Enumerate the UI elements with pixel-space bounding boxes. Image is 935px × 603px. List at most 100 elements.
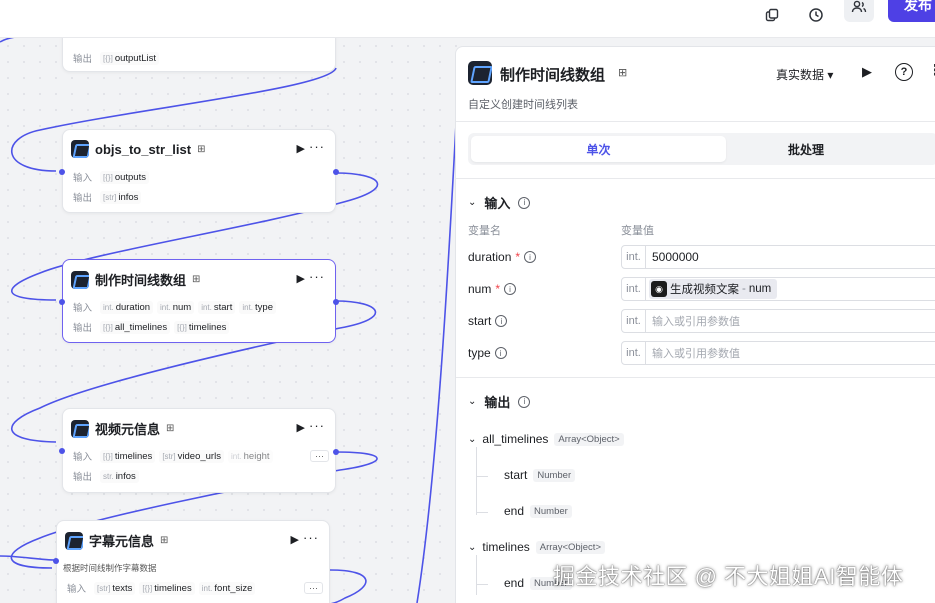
- input-chip: [{}] outputs: [100, 170, 149, 184]
- variable-reference-tag[interactable]: ◉ 生成视频文案 - num: [649, 279, 778, 299]
- node-title: 视频元信息: [95, 422, 161, 437]
- output-section-header[interactable]: ⌄ 输出 i: [468, 392, 531, 411]
- divider: [456, 121, 935, 122]
- bookmark-icon[interactable]: ⊞: [166, 423, 174, 434]
- workflow-node-make-timeline-array[interactable]: 制作时间线数组 ⊞ ▶ ··· 输入 int. duration int. num …: [59, 259, 339, 343]
- input-chip: int. start: [198, 300, 236, 314]
- num-input[interactable]: int. ◉ 生成视频文案 - num: [621, 277, 935, 301]
- node-input-row: 输入 int. duration int. num int. start int. ty…: [73, 300, 276, 314]
- workflow-node-partial[interactable]: 输出 [{}] outputList: [62, 38, 336, 72]
- more-icon[interactable]: ···: [309, 418, 325, 433]
- node-input-row: 输入 [{}] timelines [str] video_urls int. hei…: [73, 449, 329, 463]
- publish-button[interactable]: 发布: [888, 0, 935, 22]
- input-chip: int. font_size: [198, 581, 256, 595]
- start-input[interactable]: int. 输入或引用参数值: [621, 309, 935, 333]
- input-port[interactable]: [53, 558, 59, 564]
- more-icon[interactable]: ⋮: [928, 61, 935, 79]
- output-chip: [{}] outputList: [100, 51, 160, 65]
- node-detail-panel: 制作时间线数组 ⊞ 真实数据 ▾ ▶ ? ⋮ 自定义创建时间线列表 单次 批处理…: [455, 46, 935, 603]
- input-port[interactable]: [59, 169, 65, 175]
- tree-connector: [476, 584, 488, 585]
- help-icon[interactable]: ?: [895, 63, 913, 81]
- node-output-row: 输出 [{}] outputList: [73, 51, 160, 65]
- data-mode-select[interactable]: 真实数据 ▾: [776, 66, 833, 83]
- info-icon[interactable]: i: [494, 347, 507, 359]
- history-icon[interactable]: [801, 0, 831, 30]
- more-icon[interactable]: ···: [309, 139, 325, 154]
- node-description: 根据时间线制作字幕数据: [63, 563, 157, 573]
- more-icon[interactable]: ···: [303, 530, 319, 545]
- input-port[interactable]: [59, 448, 65, 454]
- run-node-icon[interactable]: ▶: [297, 142, 305, 155]
- run-icon[interactable]: ▶: [862, 64, 872, 80]
- output-chip: [str] infos: [100, 190, 142, 204]
- input-port[interactable]: [59, 299, 65, 305]
- output-item-timelines[interactable]: ⌄ timelines Array<Object>: [468, 540, 605, 554]
- tree-connector: [476, 447, 477, 515]
- chevron-down-icon: ⌄: [468, 396, 477, 407]
- more-icon[interactable]: ···: [309, 269, 325, 284]
- tree-connector: [476, 476, 488, 477]
- bookmark-icon[interactable]: ⊞: [618, 66, 627, 79]
- input-chip: [{}] timelines: [100, 449, 156, 463]
- output-child-start: start Number: [504, 468, 576, 482]
- bookmark-icon[interactable]: ⊞: [197, 144, 205, 155]
- divider: [456, 377, 935, 378]
- output-chip: [{}] all_timelines: [100, 320, 171, 334]
- field-name-type: type i: [468, 346, 507, 360]
- plugin-logo-icon: [468, 61, 492, 85]
- duration-input[interactable]: int. 5000000: [621, 245, 935, 269]
- plugin-logo-icon: [71, 140, 89, 158]
- run-node-icon[interactable]: ▶: [297, 272, 305, 285]
- output-item-all-timelines[interactable]: ⌄ all_timelines Array<Object>: [468, 432, 624, 446]
- run-mode-tabs: 单次 批处理: [468, 133, 935, 165]
- output-port[interactable]: [333, 449, 339, 455]
- tree-connector: [476, 555, 477, 595]
- run-node-icon[interactable]: ▶: [297, 421, 305, 434]
- field-name-num: num * i: [468, 282, 517, 296]
- bookmark-icon[interactable]: ⊞: [192, 274, 200, 285]
- node-output-row: 输出 [str] infos: [73, 190, 142, 204]
- input-chip: int. duration: [100, 300, 154, 314]
- tab-single[interactable]: 单次: [471, 136, 726, 162]
- input-chip: int. type: [239, 300, 276, 314]
- field-name-duration: duration * i: [468, 250, 537, 264]
- more-inputs-button[interactable]: ···: [310, 450, 329, 462]
- output-chip: [{}] timelines: [174, 320, 230, 334]
- info-icon[interactable]: i: [524, 251, 537, 263]
- column-header-name: 变量名: [468, 225, 501, 237]
- info-icon[interactable]: i: [518, 395, 531, 408]
- type-input[interactable]: int. 输入或引用参数值: [621, 341, 935, 365]
- divider: [456, 178, 935, 179]
- input-chip: int. height: [227, 449, 273, 463]
- tab-batch[interactable]: 批处理: [788, 136, 935, 162]
- output-port[interactable]: [333, 299, 339, 305]
- plugin-logo-icon: [71, 270, 89, 289]
- copy-icon[interactable]: [757, 0, 787, 30]
- tree-connector: [476, 512, 488, 513]
- plugin-logo-icon: [65, 531, 83, 550]
- workflow-node-subtitle-meta[interactable]: 字幕元信息 ⊞ ▶ ··· 根据时间线制作字幕数据 输入 [str] texts …: [53, 520, 330, 603]
- info-icon[interactable]: i: [495, 315, 508, 327]
- collaborators-icon[interactable]: [844, 0, 874, 22]
- chevron-down-icon: ⌄: [468, 541, 477, 553]
- workflow-node-objs-to-str-list[interactable]: objs_to_str_list ⊞ ▶ ··· 输入 [{}] outputs …: [59, 129, 339, 213]
- node-input-row: 输入 [str] texts [{}] timelines int. font_siz…: [67, 581, 323, 595]
- run-node-icon[interactable]: ▶: [291, 533, 299, 546]
- node-avatar-icon: ◉: [651, 281, 667, 297]
- node-output-row: 输出 [{}] all_timelines [{}] timelines: [73, 320, 230, 334]
- workflow-canvas[interactable]: 输出 [{}] outputList objs_to_str_list ⊞ ▶ ·…: [0, 38, 460, 603]
- input-chip: [str] texts: [94, 581, 136, 595]
- workflow-node-video-meta[interactable]: 视频元信息 ⊞ ▶ ··· 输入 [{}] timelines [str] vide…: [59, 408, 339, 493]
- info-icon[interactable]: i: [504, 283, 517, 295]
- node-title: 制作时间线数组: [95, 273, 187, 288]
- more-inputs-button[interactable]: ···: [304, 582, 323, 594]
- output-chip: str. infos: [100, 469, 139, 483]
- output-port[interactable]: [333, 169, 339, 175]
- bookmark-icon[interactable]: ⊞: [160, 535, 168, 546]
- watermark: 掘金技术社区 @ 不大姐姐AI智能体: [553, 564, 904, 589]
- info-icon[interactable]: i: [518, 196, 531, 209]
- node-output-row: 输出 str. infos: [73, 469, 139, 483]
- panel-title: 制作时间线数组: [500, 67, 606, 84]
- input-section-header[interactable]: ⌄ 输入 i: [468, 193, 531, 212]
